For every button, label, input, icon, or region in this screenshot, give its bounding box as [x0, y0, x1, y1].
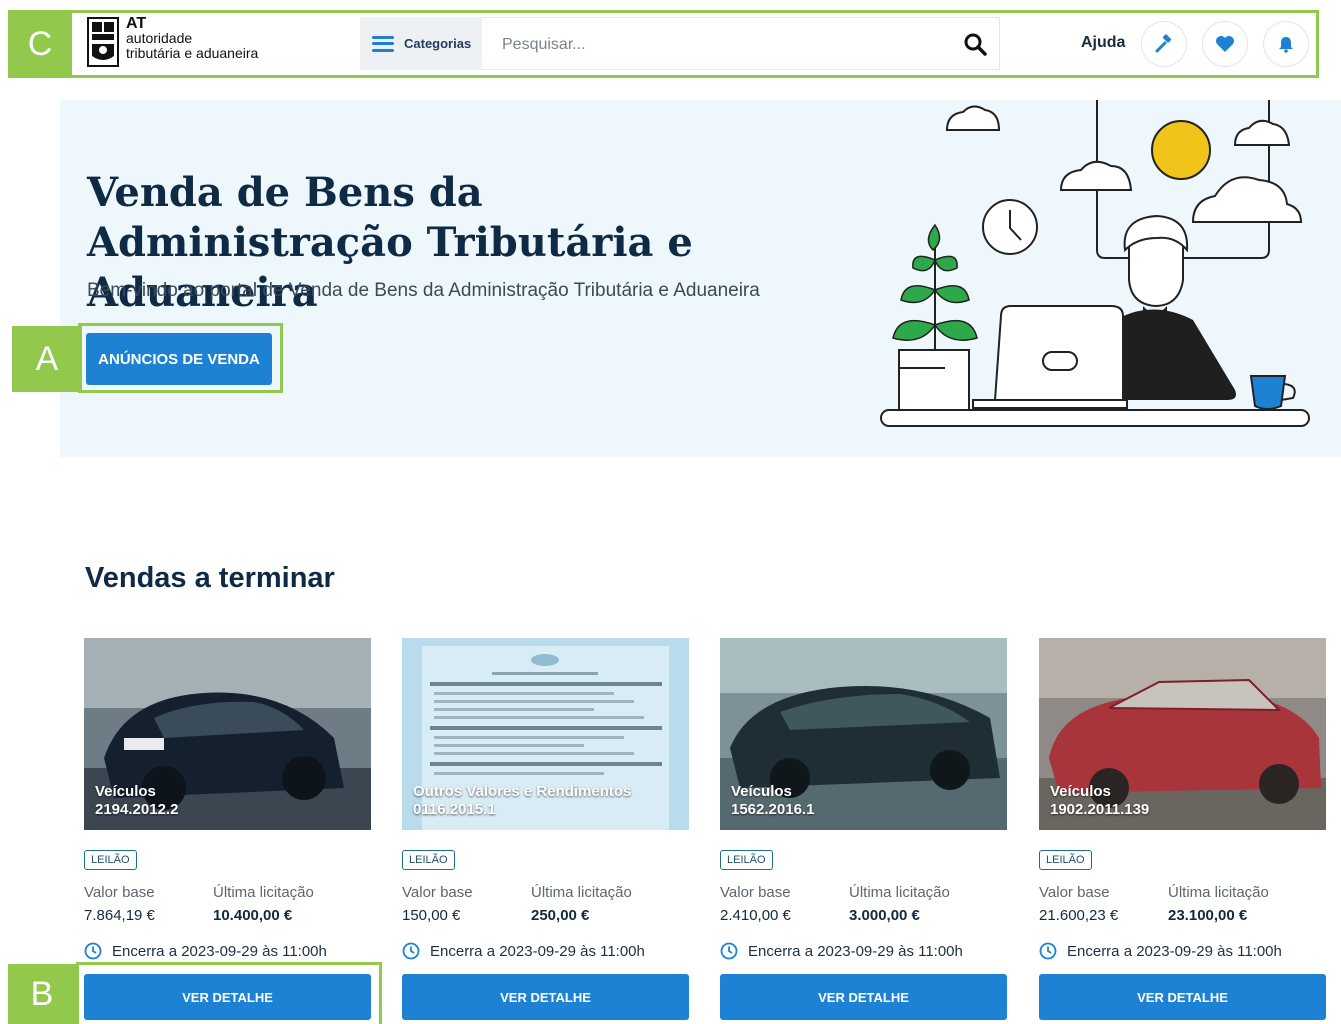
logo-acronym: AT [126, 15, 147, 32]
annotation-frame-b [76, 962, 382, 1024]
ends-at: Encerra a 2023-09-29 às 11:00h [1039, 942, 1282, 960]
ends-at-text: Encerra a 2023-09-29 às 11:00h [748, 942, 963, 960]
annotation-label-c: C [8, 10, 72, 78]
last-bid-label: Última licitação [1168, 884, 1269, 901]
sale-card-reference: 1902.2011.139 [1050, 801, 1150, 818]
sale-listings-button[interactable]: ANÚNCIOS DE VENDA [86, 333, 272, 385]
auctions-button[interactable] [1141, 21, 1187, 67]
base-value: 21.600,23 € [1039, 907, 1119, 924]
at-logo[interactable]: AT autoridade tributária e aduaneira [86, 16, 258, 70]
base-value: 7.864,19 € [84, 907, 155, 924]
auction-badge: LEILÃO [720, 850, 773, 870]
notifications-button[interactable] [1263, 21, 1309, 67]
sale-card-category: Outros Valores e Rendimentos [413, 783, 632, 800]
last-bid-label: Última licitação [531, 884, 632, 901]
auction-badge: LEILÃO [1039, 850, 1092, 870]
last-bid-value: 250,00 € [531, 907, 590, 924]
logo-text: AT autoridade tributária e aduaneira [126, 16, 258, 61]
search-bar [482, 17, 1000, 70]
view-detail-button[interactable]: VER DETALHE [1039, 974, 1326, 1020]
heart-icon [1216, 36, 1234, 52]
sale-card-caption: Outros Valores e Rendimentos 0116.2015.1 [413, 783, 631, 819]
hero-illustration [880, 100, 1310, 427]
auction-badge: LEILÃO [402, 850, 455, 870]
clock-icon [720, 942, 738, 960]
sale-card: Outros Valores e Rendimentos 0116.2015.1… [402, 638, 691, 1024]
last-bid-value: 10.400,00 € [213, 907, 293, 924]
clock-icon [1039, 942, 1057, 960]
sale-card-caption: Veículos 1562.2016.1 [731, 783, 814, 819]
sale-card-image[interactable]: Veículos 2194.2012.2 [84, 638, 371, 830]
sale-card-category: Veículos [731, 783, 792, 800]
bell-icon [1279, 37, 1293, 53]
sale-card-category: Veículos [95, 783, 156, 800]
clock-icon [84, 942, 102, 960]
hero-subtitle: Bem-vindo ao portal de Venda de Bens da … [87, 280, 760, 301]
ends-at-text: Encerra a 2023-09-29 às 11:00h [112, 942, 327, 960]
sale-card-image[interactable]: Veículos 1562.2016.1 [720, 638, 1007, 830]
base-value-label: Valor base [720, 884, 791, 901]
last-bid-label: Última licitação [849, 884, 950, 901]
ends-at: Encerra a 2023-09-29 às 11:00h [720, 942, 963, 960]
annotation-label-a: A [12, 326, 82, 392]
hamburger-menu-icon [372, 35, 394, 52]
sale-card-caption: Veículos 2194.2012.2 [95, 783, 178, 819]
at-emblem-icon [87, 17, 119, 67]
ends-at: Encerra a 2023-09-29 às 11:00h [402, 942, 645, 960]
ends-at-text: Encerra a 2023-09-29 às 11:00h [1067, 942, 1282, 960]
sale-card: Veículos 1562.2016.1 LEILÃO Valor base Ú… [720, 638, 1009, 1024]
search-input[interactable] [500, 32, 944, 58]
sale-card-caption: Veículos 1902.2011.139 [1050, 783, 1149, 819]
sale-card-reference: 0116.2015.1 [413, 801, 496, 818]
base-value-label: Valor base [402, 884, 473, 901]
base-value-label: Valor base [84, 884, 155, 901]
sale-card-image[interactable]: Veículos 1902.2011.139 [1039, 638, 1326, 830]
view-detail-button[interactable]: VER DETALHE [402, 974, 689, 1020]
favorites-button[interactable] [1202, 21, 1248, 67]
logo-line-2: tributária e aduaneira [126, 45, 259, 61]
categories-label: Categorias [404, 36, 472, 51]
sale-card-reference: 2194.2012.2 [95, 801, 179, 818]
ends-at: Encerra a 2023-09-29 às 11:00h [84, 942, 327, 960]
gavel-icon [1155, 34, 1172, 53]
sale-card-image[interactable]: Outros Valores e Rendimentos 0116.2015.1 [402, 638, 689, 830]
clock-icon [402, 942, 420, 960]
last-bid-value: 23.100,00 € [1168, 907, 1248, 924]
sale-card-reference: 1562.2016.1 [731, 801, 815, 818]
last-bid-value: 3.000,00 € [849, 907, 920, 924]
sale-card: Veículos 1902.2011.139 LEILÃO Valor base… [1039, 638, 1328, 1024]
view-detail-button[interactable]: VER DETALHE [720, 974, 1007, 1020]
ends-at-text: Encerra a 2023-09-29 às 11:00h [430, 942, 645, 960]
base-value-label: Valor base [1039, 884, 1110, 901]
annotation-label-b: B [8, 964, 76, 1024]
last-bid-label: Última licitação [213, 884, 314, 901]
sale-card-category: Veículos [1050, 783, 1111, 800]
base-value: 2.410,00 € [720, 907, 791, 924]
categories-button[interactable]: Categorias [360, 17, 482, 70]
section-title: Vendas a terminar [85, 562, 335, 594]
auction-badge: LEILÃO [84, 850, 137, 870]
base-value: 150,00 € [402, 907, 461, 924]
search-icon[interactable] [963, 32, 987, 56]
help-link[interactable]: Ajuda [1081, 34, 1125, 52]
logo-line-1: autoridade [126, 30, 193, 46]
